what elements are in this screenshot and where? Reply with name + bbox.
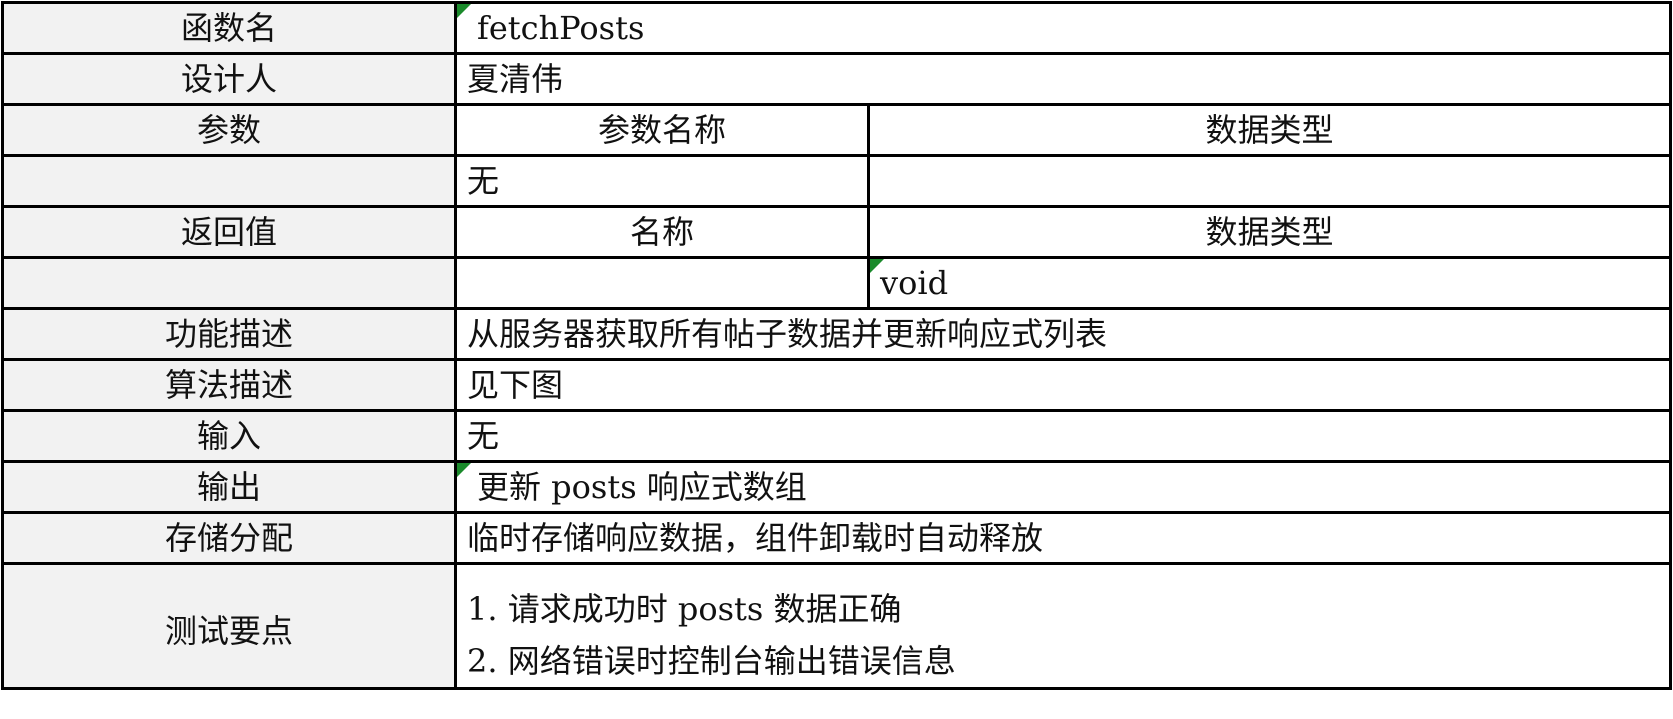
returns-empty-label [1,256,457,310]
param-type-header: 数据类型 [867,103,1672,157]
designer-label: 设计人 [1,52,457,106]
storage-label: 存储分配 [1,511,457,565]
param-type-value[interactable] [867,154,1672,208]
comment-flag-icon [871,260,884,273]
test-point-item: 2. 网络错误时控制台输出错误信息 [467,642,956,680]
function-name-cell[interactable]: fetchPosts [454,1,1672,55]
storage-value[interactable]: 临时存储响应数据，组件卸载时自动释放 [454,511,1672,565]
output-cell[interactable]: 更新 posts 响应式数组 [454,460,1672,514]
row-storage: 存储分配 临时存储响应数据，组件卸载时自动释放 [1,511,1672,565]
description-label: 功能描述 [1,307,457,361]
algorithm-label: 算法描述 [1,358,457,412]
row-output: 输出 更新 posts 响应式数组 [1,460,1672,514]
return-type-header: 数据类型 [867,205,1672,259]
output-label: 输出 [1,460,457,514]
return-name-header: 名称 [454,205,870,259]
row-returns-header: 返回值 名称 数据类型 [1,205,1672,259]
row-params-value: 无 [1,154,1672,208]
output-value: 更新 posts 响应式数组 [477,468,807,506]
row-returns-value: void [1,256,1672,310]
row-algorithm: 算法描述 见下图 [1,358,1672,412]
param-name-header: 参数名称 [454,103,870,157]
return-name-value[interactable] [454,256,870,310]
test-points-cell[interactable]: 1. 请求成功时 posts 数据正确 2. 网络错误时控制台输出错误信息 [454,562,1672,690]
input-label: 输入 [1,409,457,463]
input-value[interactable]: 无 [454,409,1672,463]
function-spec-table: 函数名 fetchPosts 设计人 夏清伟 参数 参数名称 数据类型 无 返回… [1,1,1672,690]
test-point-item: 1. 请求成功时 posts 数据正确 [467,590,902,628]
row-params-header: 参数 参数名称 数据类型 [1,103,1672,157]
comment-flag-icon [458,464,471,477]
row-designer: 设计人 夏清伟 [1,52,1672,106]
function-name-label: 函数名 [1,1,457,55]
row-test-points: 测试要点 1. 请求成功时 posts 数据正确 2. 网络错误时控制台输出错误… [1,562,1672,690]
return-type-value: void [880,264,949,302]
row-input: 输入 无 [1,409,1672,463]
row-description: 功能描述 从服务器获取所有帖子数据并更新响应式列表 [1,307,1672,361]
params-empty-label [1,154,457,208]
designer-value[interactable]: 夏清伟 [454,52,1672,106]
algorithm-value[interactable]: 见下图 [454,358,1672,412]
function-name-value: fetchPosts [477,9,645,47]
comment-flag-icon [458,5,471,18]
row-function-name: 函数名 fetchPosts [1,1,1672,55]
param-name-value[interactable]: 无 [454,154,870,208]
test-points-label: 测试要点 [1,562,457,690]
return-type-cell[interactable]: void [867,256,1672,310]
function-spec-sheet: 函数名 fetchPosts 设计人 夏清伟 参数 参数名称 数据类型 无 返回… [0,0,1673,719]
description-value[interactable]: 从服务器获取所有帖子数据并更新响应式列表 [454,307,1672,361]
returns-label: 返回值 [1,205,457,259]
params-label: 参数 [1,103,457,157]
